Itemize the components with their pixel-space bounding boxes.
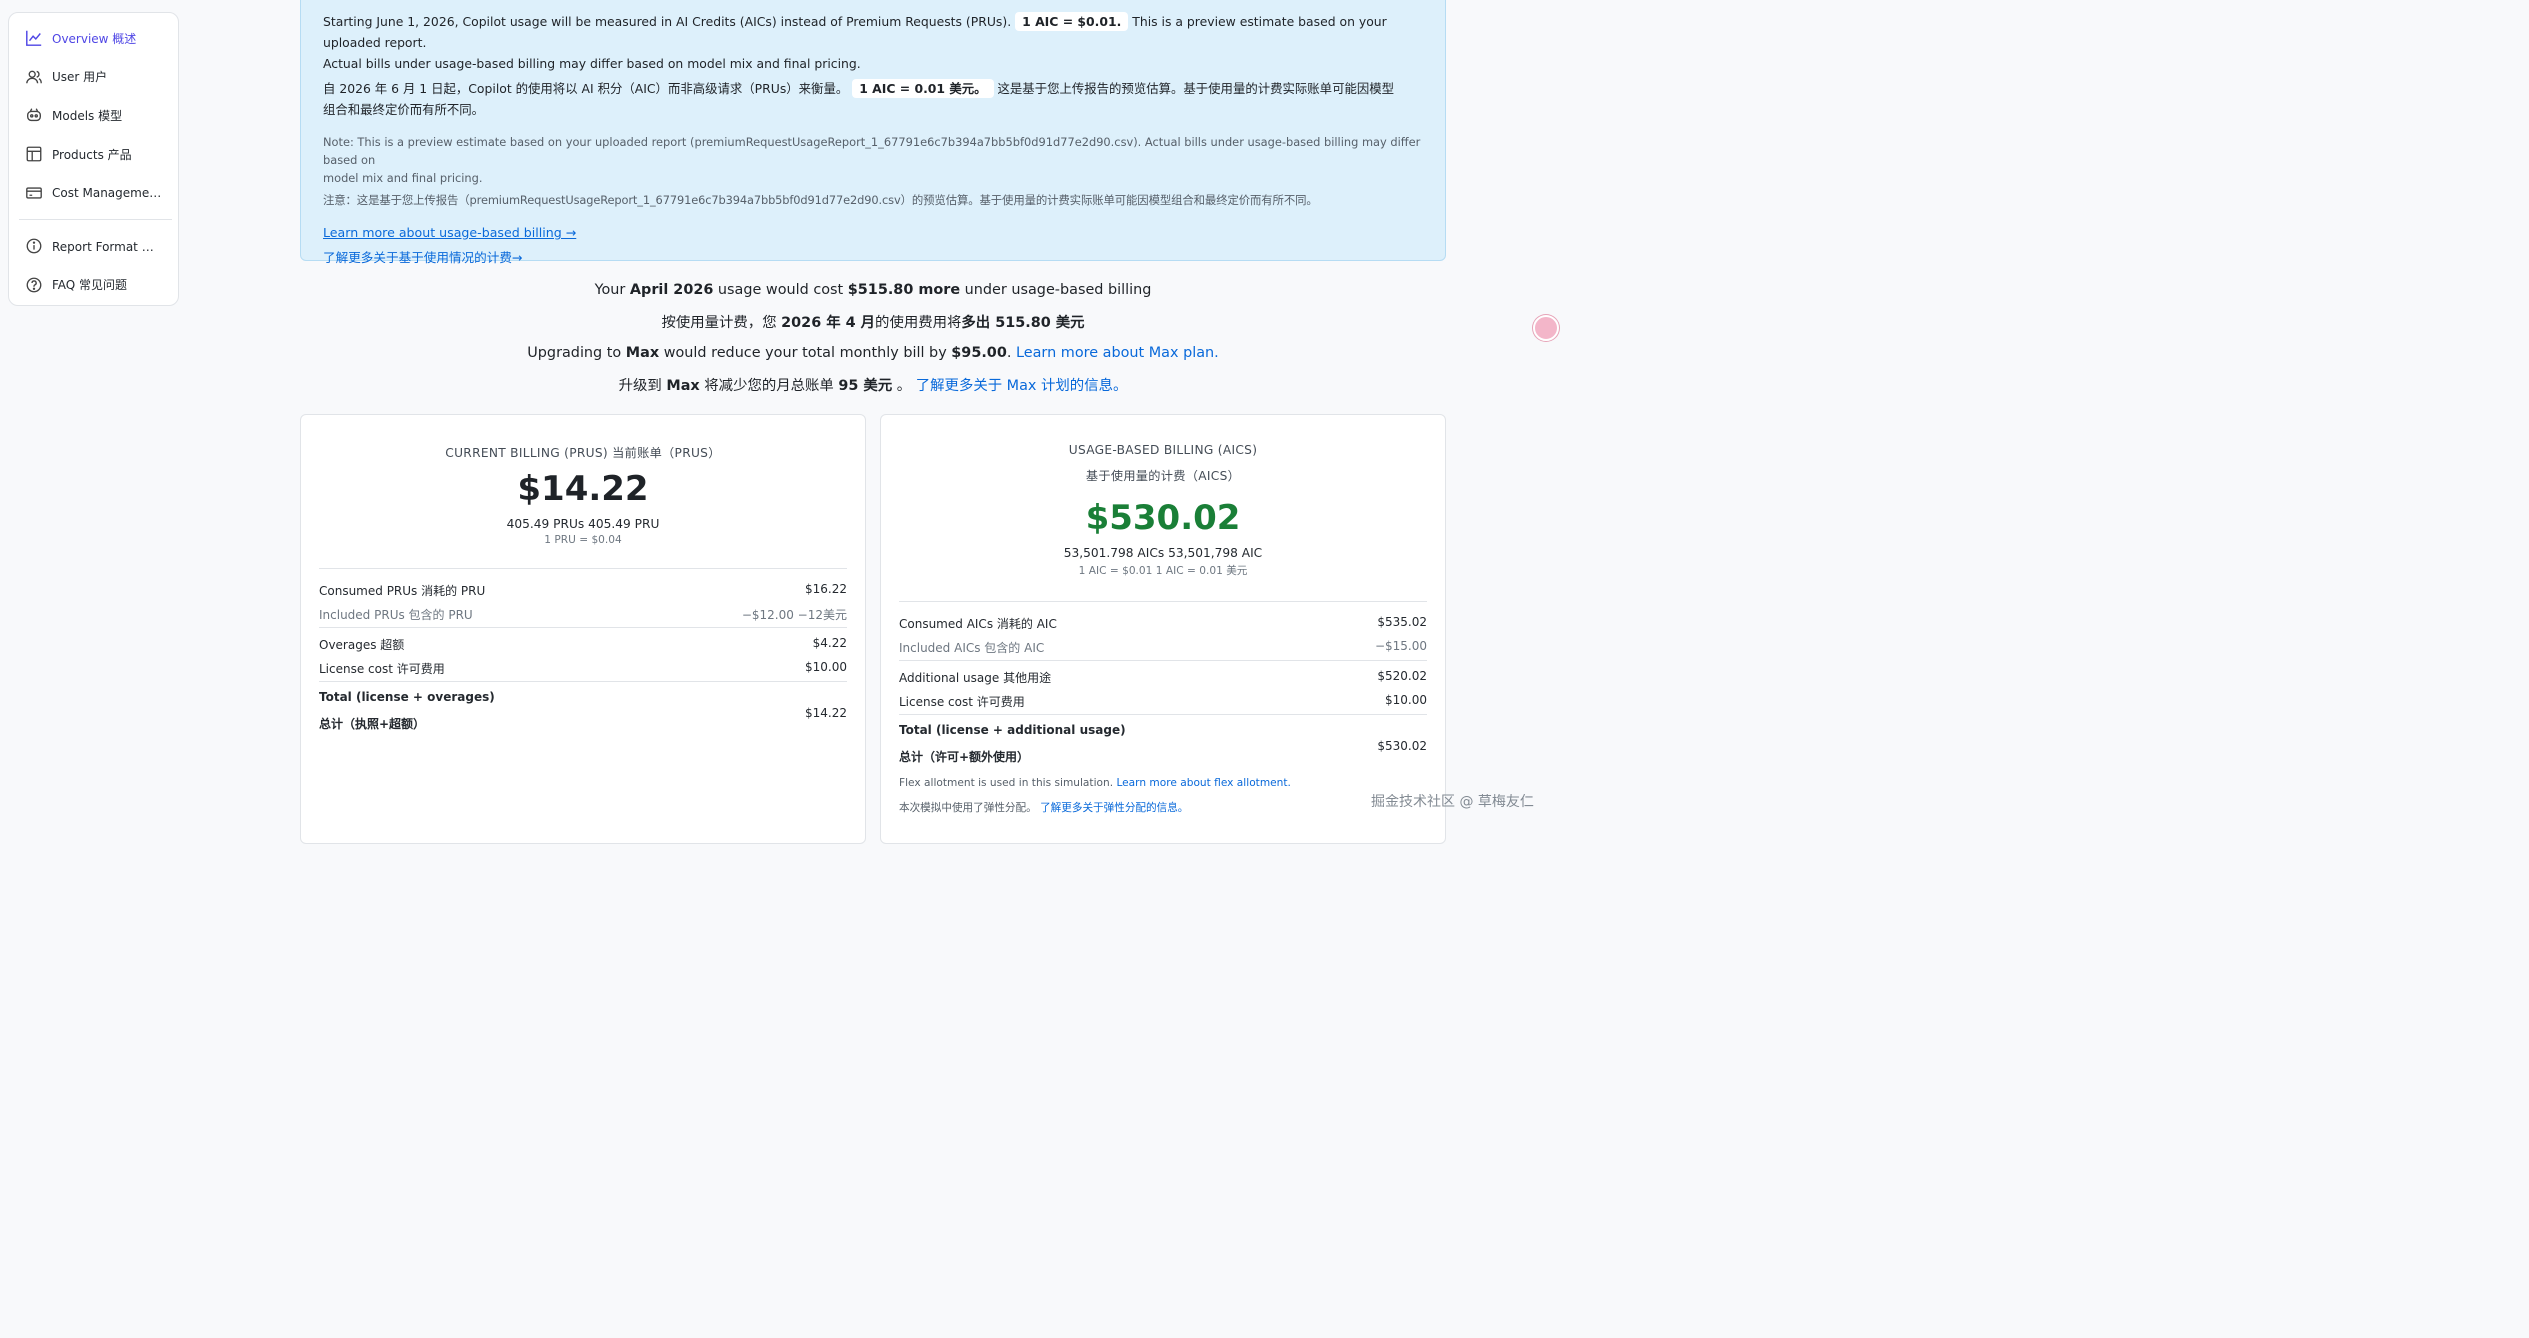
banner-links: Learn more about usage-based billing → 了…: [323, 222, 1423, 268]
sidebar-item-label: Report Format 报...: [52, 239, 164, 254]
divider: [319, 681, 847, 682]
line-item-row: Overages 超额 $4.22: [319, 636, 847, 652]
current-pru-count: 405.49 PRUs 405.49 PRU: [506, 517, 660, 531]
credit-card-icon: [26, 187, 42, 199]
note-en-line2: model mix and final pricing.: [323, 171, 483, 185]
line-item-row: License cost 许可费用 $10.00: [319, 660, 847, 676]
note-en-line1: Note: This is a preview estimate based o…: [323, 135, 1421, 167]
flex-allotment-link[interactable]: Learn more about flex allotment.: [1116, 777, 1290, 789]
banner-zh-text: 自 2026 年 6 月 1 日起，Copilot 的使用将以 AI 积分（AI…: [323, 78, 1423, 120]
banner-en-line2: Actual bills under usage-based billing m…: [323, 56, 861, 71]
question-icon: [26, 277, 42, 293]
divider: [319, 568, 847, 569]
line-item-row: Included AICs 包含的 AIC −$15.00: [899, 639, 1427, 655]
divider: [899, 660, 1427, 661]
sidebar-item-report-format[interactable]: Report Format 报...: [9, 227, 178, 266]
sidebar-item-overview[interactable]: Overview 概述: [9, 19, 178, 58]
card-title: CURRENT BILLING (PRUS) 当前账单（PRUS）: [445, 446, 721, 460]
banner-en-line1: Starting June 1, 2026, Copilot usage wil…: [323, 14, 1012, 29]
floating-assistant-button[interactable]: [1533, 315, 1559, 341]
info-banner: Starting June 1, 2026, Copilot usage wil…: [300, 0, 1446, 265]
divider: [899, 601, 1427, 602]
learn-usage-billing-link-zh[interactable]: 了解更多关于基于使用情况的计费→: [323, 247, 522, 268]
sidebar-item-label: Models 模型: [52, 108, 123, 123]
divider: [319, 627, 847, 628]
upgrade-line-zh: 升级到 Max 将减少您的月总账单 95 美元 。 了解更多关于 Max 计划的…: [618, 378, 1128, 394]
max-plan-link[interactable]: Learn more about Max plan.: [1016, 345, 1219, 361]
info-icon: [26, 238, 42, 254]
card-title-zh: 基于使用量的计费（AICS）: [1085, 469, 1241, 483]
banner-note-en: Note: This is a preview estimate based o…: [323, 133, 1423, 187]
sidebar-item-label: Cost Managemen...: [52, 185, 164, 200]
total-row: Total (license + additional usage): [899, 723, 1126, 737]
banner-zh-line1: 自 2026 年 6 月 1 日起，Copilot 的使用将以 AI 积分（AI…: [323, 81, 849, 96]
sidebar-item-faq[interactable]: FAQ 常见问题: [9, 266, 178, 305]
learn-usage-billing-link[interactable]: Learn more about usage-based billing →: [323, 225, 576, 240]
flex-allotment-link-zh[interactable]: 了解更多关于弹性分配的信息。: [1040, 802, 1188, 814]
banner-zh-line1-post: 这是基于您上传报告的预览估算。基于使用量的计费实际账单可能因模型: [997, 81, 1395, 96]
table-icon: [26, 146, 42, 162]
line-item-row: Consumed AICs 消耗的 AIC $535.02: [899, 615, 1427, 631]
sidebar-item-label: FAQ 常见问题: [52, 278, 128, 293]
banner-note-zh: 注意：这是基于您上传报告（premiumRequestUsageReport_1…: [323, 193, 1318, 207]
sidebar-item-label: Overview 概述: [52, 31, 137, 46]
sidebar-nav: Overview 概述 User 用户 Models 模型 Products 产…: [8, 12, 179, 306]
usage-billing-card: USAGE-BASED BILLING (AICS) 基于使用量的计费（AICS…: [880, 414, 1446, 844]
usage-rate: 1 AIC = $0.01 1 AIC = 0.01 美元: [1078, 565, 1248, 577]
current-amount: $14.22: [517, 469, 649, 509]
card-title: USAGE-BASED BILLING (AICS): [1068, 443, 1258, 457]
line-item-row: License cost 许可费用 $10.00: [899, 693, 1427, 709]
sidebar-divider: [19, 218, 172, 220]
line-item-row: Included PRUs 包含的 PRU −$12.00 −12美元: [319, 608, 847, 622]
banner-en-rate-pill: 1 AIC = $0.01.: [1015, 12, 1129, 31]
flex-note-zh: 本次模拟中使用了弹性分配。 了解更多关于弹性分配的信息。: [899, 802, 1189, 814]
chart-line-icon: [26, 31, 42, 47]
banner-zh-line2: 组合和最终定价而有所不同。: [323, 102, 485, 117]
users-icon: [26, 70, 42, 84]
current-rate: 1 PRU = $0.04: [544, 534, 622, 546]
sidebar-item-products[interactable]: Products 产品: [9, 135, 178, 174]
sidebar-item-label: User 用户: [52, 70, 108, 85]
sidebar-item-cost-management[interactable]: Cost Managemen...: [9, 173, 178, 212]
flex-note-en: Flex allotment is used in this simulatio…: [899, 777, 1291, 789]
sidebar-item-label: Products 产品: [52, 147, 132, 162]
total-value: $530.02: [1377, 739, 1427, 753]
banner-en-text: Starting June 1, 2026, Copilot usage wil…: [323, 11, 1423, 74]
current-billing-card: CURRENT BILLING (PRUS) 当前账单（PRUS） $14.22…: [300, 414, 866, 844]
total-value: $14.22: [805, 706, 847, 720]
usage-amount: $530.02: [1085, 498, 1241, 538]
max-plan-link-zh[interactable]: 了解更多关于 Max 计划的信息。: [916, 378, 1128, 394]
total-row: Total (license + overages): [319, 690, 495, 704]
line-item-row: Consumed PRUs 消耗的 PRU $16.22: [319, 582, 847, 598]
sidebar-item-user[interactable]: User 用户: [9, 58, 178, 97]
summary-line-en: Your April 2026 usage would cost $515.80…: [594, 282, 1152, 298]
upgrade-line-en: Upgrading to Max would reduce your total…: [527, 345, 1219, 361]
sidebar-item-models[interactable]: Models 模型: [9, 96, 178, 135]
usage-aic-count: 53,501.798 AICs 53,501,798 AIC: [1063, 546, 1263, 560]
summary-line-zh: 按使用量计费，您 2026 年 4 月的使用费用将多出 515.80 美元: [661, 315, 1085, 331]
line-item-row: Additional usage 其他用途 $520.02: [899, 669, 1427, 685]
divider: [899, 714, 1427, 715]
banner-zh-rate-pill: 1 AIC = 0.01 美元。: [852, 79, 994, 98]
watermark: 掘金技术社区 @ 草梅友仁: [1371, 794, 1534, 810]
models-icon: [27, 108, 41, 122]
